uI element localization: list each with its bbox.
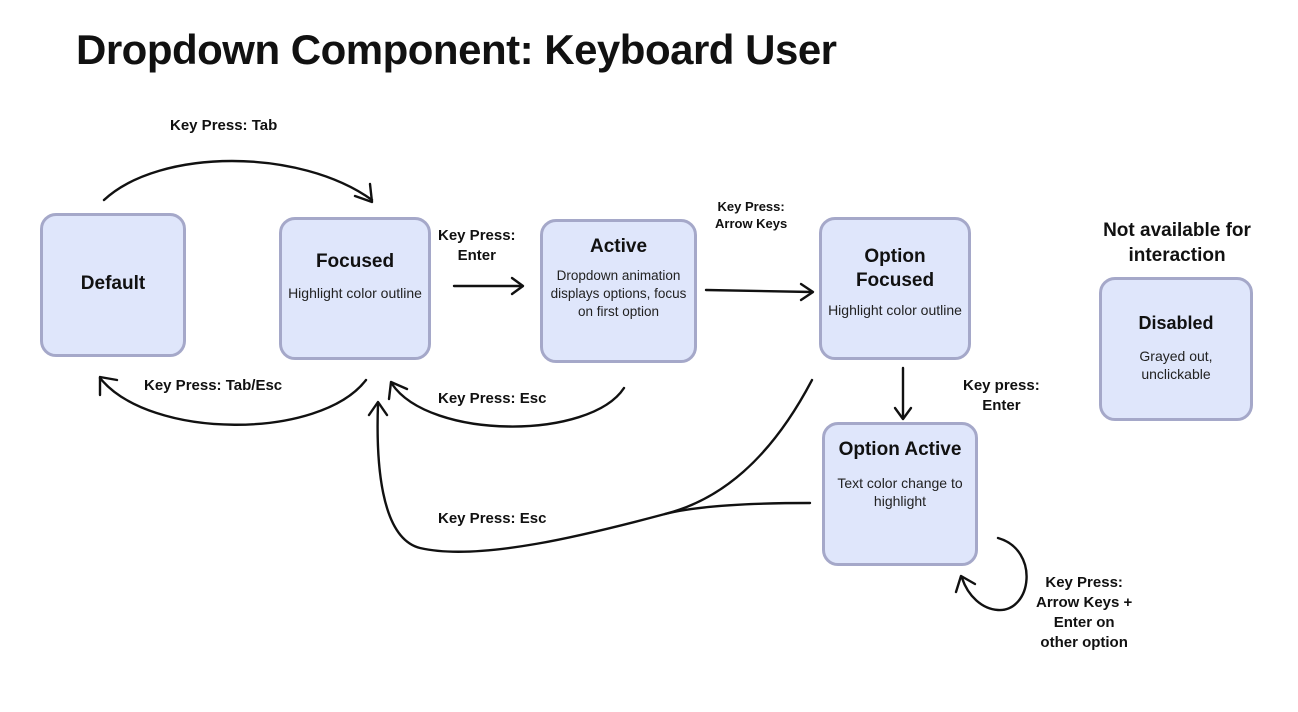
label-key-press-tab-esc: Key Press: Tab/Esc xyxy=(144,377,283,394)
state-option-active-name: Option Active xyxy=(838,439,962,460)
state-disabled: Disabled Grayed out, unclickable xyxy=(1099,277,1253,421)
state-option-active: Option Active Text color change to highl… xyxy=(822,422,978,566)
state-default: Default xyxy=(40,213,186,357)
state-active: Active Dropdown animation displays optio… xyxy=(540,219,697,363)
arrow-default-to-focused xyxy=(102,159,374,202)
state-active-name: Active xyxy=(589,236,648,257)
label-key-press-option-enter: Key press: Enter xyxy=(963,377,1040,414)
label-key-press-esc-option: Key Press: Esc xyxy=(438,510,547,527)
label-key-press-enter: Key Press: Enter xyxy=(438,227,516,264)
state-default-name: Default xyxy=(80,273,146,294)
arrow-option-focused-to-focused xyxy=(663,378,814,516)
state-option-focused-name: Option Focused xyxy=(855,246,935,291)
arrow-active-to-option-focused xyxy=(704,288,814,294)
state-option-focused-desc: Highlight color outline xyxy=(828,302,962,318)
state-option-active-desc: Text color change to highlight xyxy=(837,475,963,509)
label-key-press-esc-active: Key Press: Esc xyxy=(438,390,547,407)
note-not-available: Not available for interaction xyxy=(1103,220,1251,266)
arrow-option-active-to-focused xyxy=(376,402,812,553)
state-focused-desc: Highlight color outline xyxy=(288,285,422,301)
state-disabled-desc: Grayed out, unclickable xyxy=(1139,348,1213,382)
state-focused: Focused Highlight color outline xyxy=(279,217,431,360)
label-key-press-tab: Key Press: Tab xyxy=(170,117,278,134)
state-focused-name: Focused xyxy=(315,251,395,272)
label-key-press-arrow-enter-other: Key Press: Arrow Keys + Enter on other o… xyxy=(1036,574,1133,651)
state-active-desc: Dropdown animation displays options, foc… xyxy=(550,268,687,319)
state-disabled-name: Disabled xyxy=(1138,313,1214,333)
state-option-focused: Option Focused Highlight color outline xyxy=(819,217,971,360)
label-key-press-arrow-keys: Key Press: Arrow Keys xyxy=(715,199,788,231)
